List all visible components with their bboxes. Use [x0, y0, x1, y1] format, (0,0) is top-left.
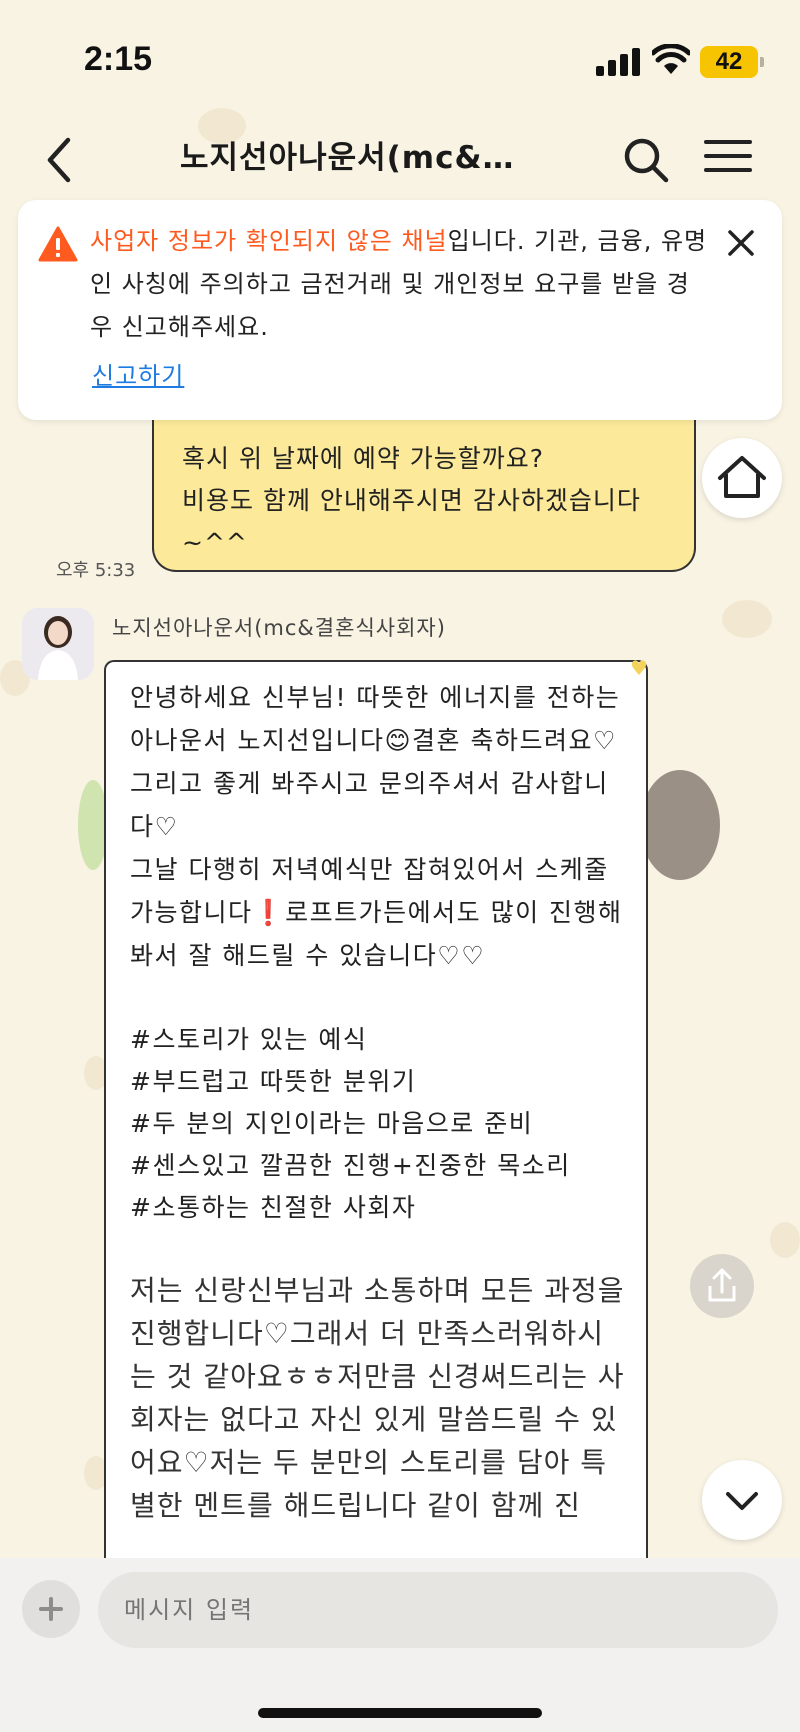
home-button[interactable]: [702, 438, 782, 518]
chat-header: 노지선아나운서(mc&…: [0, 120, 800, 200]
received-message-text-2: 저는 신랑신부님과 소통하며 모든 과정을 진행합니다♡그래서 더 만족스러워하…: [130, 1274, 625, 1522]
background-decoration: [722, 600, 772, 638]
background-decoration: [640, 770, 720, 880]
home-icon: [718, 456, 766, 498]
plus-icon[interactable]: [22, 1580, 80, 1638]
hashtag-list: #스토리가 있는 예식 #부드럽고 따뜻한 분위기 #두 분의 지인이라는 마음…: [130, 1025, 571, 1222]
scroll-down-button[interactable]: [702, 1460, 782, 1540]
close-icon[interactable]: [724, 226, 758, 260]
avatar-image: [22, 608, 94, 680]
my-message-bubble[interactable]: 혹시 위 날짜에 예약 가능할까요? 비용도 함께 안내해주시면 감사하겠습니다…: [152, 410, 696, 572]
message-timestamp: 오후 5:33: [56, 560, 136, 581]
share-icon: [708, 1268, 736, 1302]
received-message-bubble[interactable]: 안녕하세요 신부님! 따뜻한 에너지를 전하는 아나운서 노지선입니다😊결혼 축…: [104, 660, 648, 1560]
hamburger-icon[interactable]: [700, 134, 756, 186]
battery-indicator: 42: [700, 46, 764, 78]
unverified-channel-banner: 사업자 정보가 확인되지 않은 채널입니다. 기관, 금융, 유명인 사칭에 주…: [18, 200, 782, 420]
chat-title[interactable]: 노지선아나운서(mc&…: [180, 132, 560, 177]
background-decoration: [770, 1222, 800, 1258]
received-message-text: 안녕하세요 신부님! 따뜻한 에너지를 전하는 아나운서 노지선입니다😊결혼 축…: [130, 683, 623, 970]
chevron-left-icon[interactable]: [36, 130, 86, 190]
banner-highlight: 사업자 정보가 확인되지 않은 채널: [90, 227, 448, 255]
heart-decoration: ♥: [630, 656, 648, 680]
status-bar: 2:15 42: [0, 0, 800, 120]
banner-message: 사업자 정보가 확인되지 않은 채널입니다. 기관, 금융, 유명인 사칭에 주…: [90, 220, 710, 349]
search-icon[interactable]: [616, 130, 676, 190]
report-link[interactable]: 신고하기: [92, 356, 184, 391]
my-message-text: 혹시 위 날짜에 예약 가능할까요? 비용도 함께 안내해주시면 감사하겠습니다…: [182, 444, 641, 557]
wifi-icon: [652, 44, 690, 74]
home-indicator: [258, 1708, 542, 1718]
warning-icon: [38, 226, 78, 262]
sender-avatar[interactable]: [22, 608, 94, 680]
message-composer: [0, 1558, 800, 1732]
chevron-down-icon: [726, 1492, 758, 1510]
share-button[interactable]: [690, 1254, 754, 1318]
cellular-signal-icon: [596, 48, 640, 76]
message-input[interactable]: [98, 1572, 778, 1648]
status-time: 2:15: [84, 40, 153, 78]
sender-name: 노지선아나운서(mc&결혼식사회자): [112, 616, 446, 640]
